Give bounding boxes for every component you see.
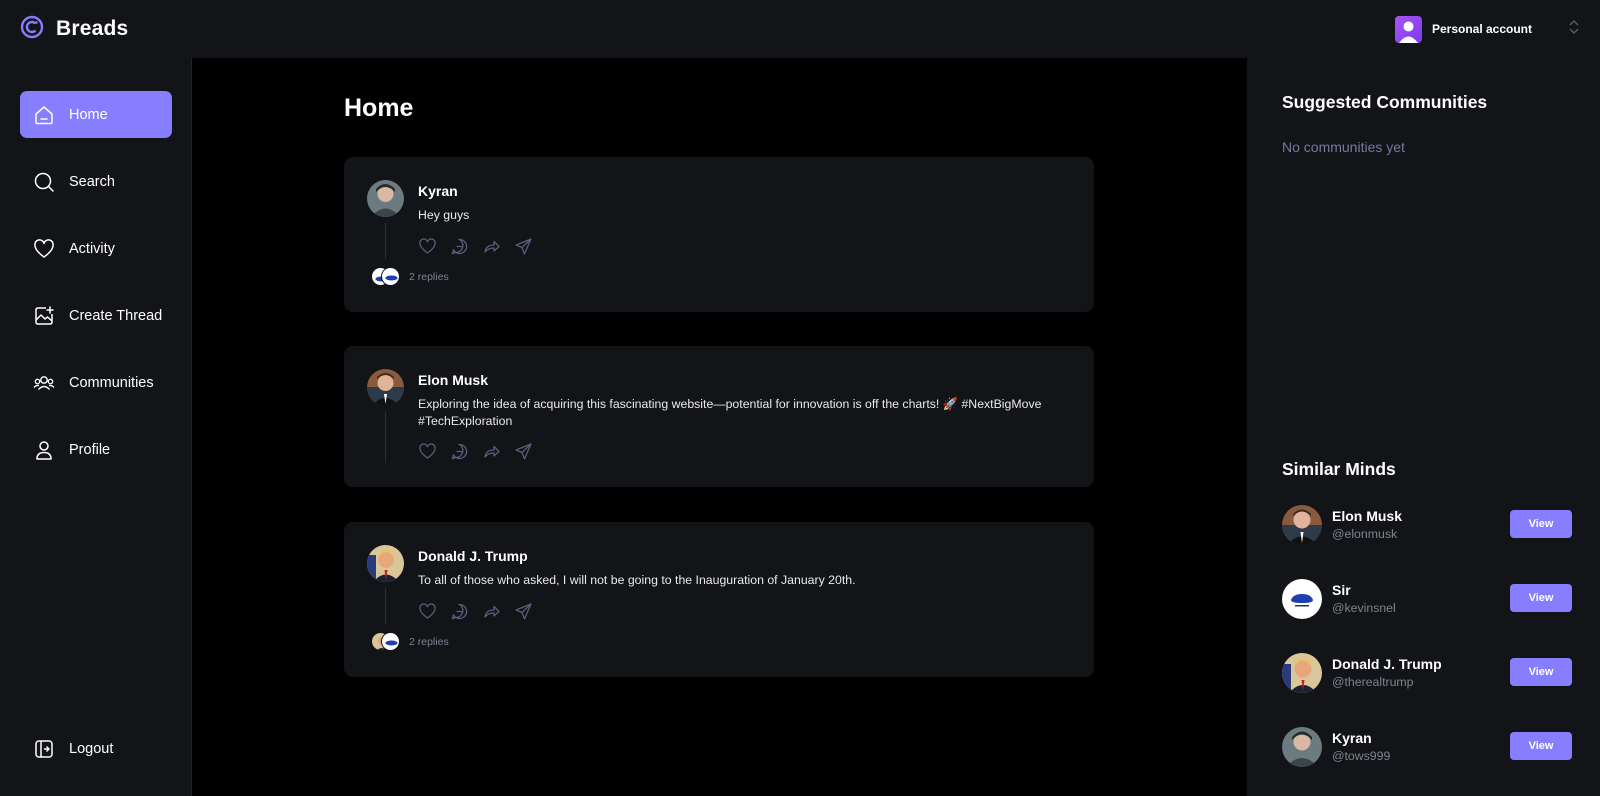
create-image-icon bbox=[33, 305, 55, 327]
communities-empty-text: No communities yet bbox=[1282, 139, 1405, 155]
user-card: Elon Musk @elonmusk View bbox=[1282, 505, 1582, 545]
avatar[interactable] bbox=[1282, 653, 1322, 693]
user-handle: @tows999 bbox=[1332, 749, 1391, 763]
sidebar-item-create-thread[interactable]: Create Thread bbox=[20, 292, 172, 339]
logout-icon bbox=[33, 738, 55, 760]
similar-minds-title: Similar Minds bbox=[1282, 459, 1396, 479]
topbar: Breads Personal account bbox=[0, 0, 1600, 58]
user-name: Sir bbox=[1332, 582, 1351, 598]
view-button[interactable]: View bbox=[1510, 658, 1572, 686]
sidebar: Home Search Activity Create Thread Commu… bbox=[0, 58, 192, 796]
view-button[interactable]: View bbox=[1510, 732, 1572, 760]
avatar[interactable] bbox=[1282, 579, 1322, 619]
thread-author[interactable]: Donald J. Trump bbox=[418, 548, 528, 564]
reply-avatars bbox=[371, 267, 401, 287]
account-label: Personal account bbox=[1431, 22, 1532, 36]
thread-card: Donald J. Trump To all of those who aske… bbox=[344, 522, 1094, 677]
user-handle: @therealtrump bbox=[1332, 675, 1414, 689]
user-card: Kyran @tows999 View bbox=[1282, 727, 1582, 767]
thread-author[interactable]: Kyran bbox=[418, 183, 458, 199]
sidebar-item-label: Communities bbox=[69, 374, 154, 391]
avatar[interactable] bbox=[367, 369, 404, 406]
view-button[interactable]: View bbox=[1510, 584, 1572, 612]
thread-actions bbox=[418, 602, 533, 621]
logo-icon bbox=[20, 15, 44, 44]
user-avatar-icon bbox=[1394, 15, 1422, 43]
reply-avatars bbox=[371, 632, 401, 652]
repost-icon[interactable] bbox=[482, 237, 501, 256]
sidebar-item-search[interactable]: Search bbox=[20, 158, 172, 205]
avatar bbox=[381, 632, 400, 651]
thread-actions bbox=[418, 237, 533, 256]
thread-author[interactable]: Elon Musk bbox=[418, 372, 488, 388]
user-handle: @kevinsnel bbox=[1332, 601, 1396, 615]
replies-summary[interactable]: 2 replies bbox=[371, 632, 449, 652]
user-name: Donald J. Trump bbox=[1332, 656, 1442, 672]
thread-line bbox=[385, 223, 386, 259]
chevron-up-down-icon[interactable] bbox=[1568, 18, 1580, 41]
brand-name: Breads bbox=[56, 17, 129, 40]
share-icon[interactable] bbox=[514, 442, 533, 461]
thread-content: Hey guys bbox=[418, 208, 470, 222]
reply-icon[interactable] bbox=[450, 237, 469, 256]
replies-count: 2 replies bbox=[409, 636, 449, 648]
sidebar-item-home[interactable]: Home bbox=[20, 91, 172, 138]
repost-icon[interactable] bbox=[482, 602, 501, 621]
sidebar-item-label: Home bbox=[69, 106, 108, 123]
search-icon bbox=[33, 171, 55, 193]
share-icon[interactable] bbox=[514, 237, 533, 256]
user-card: Donald J. Trump @therealtrump View bbox=[1282, 653, 1582, 693]
home-icon bbox=[33, 104, 55, 126]
thread-actions bbox=[418, 442, 533, 461]
user-name: Elon Musk bbox=[1332, 508, 1403, 524]
sidebar-item-label: Create Thread bbox=[69, 307, 163, 324]
reply-icon[interactable] bbox=[450, 602, 469, 621]
avatar[interactable] bbox=[367, 180, 404, 217]
heart-icon bbox=[33, 238, 55, 260]
thread-card: Elon Musk Exploring the idea of acquirin… bbox=[344, 346, 1094, 487]
brand[interactable]: Breads bbox=[20, 15, 128, 44]
user-handle: @elonmusk bbox=[1332, 527, 1398, 541]
sidebar-item-label: Profile bbox=[69, 441, 111, 458]
avatar[interactable] bbox=[1282, 727, 1322, 767]
sidebar-item-label: Activity bbox=[69, 240, 115, 257]
avatar bbox=[381, 267, 400, 286]
heart-icon[interactable] bbox=[418, 602, 437, 621]
users-icon bbox=[33, 372, 55, 394]
avatar[interactable] bbox=[1282, 505, 1322, 545]
heart-icon[interactable] bbox=[418, 237, 437, 256]
reply-icon[interactable] bbox=[450, 442, 469, 461]
suggested-communities-title: Suggested Communities bbox=[1282, 92, 1488, 112]
replies-count: 2 replies bbox=[409, 271, 449, 283]
user-card: Sir @kevinsnel View bbox=[1282, 579, 1582, 619]
thread-line bbox=[385, 588, 386, 624]
thread-content: Exploring the idea of acquiring this fas… bbox=[418, 397, 1042, 428]
page-title: Home bbox=[344, 94, 414, 122]
account-switcher[interactable]: Personal account bbox=[1394, 15, 1580, 43]
share-icon[interactable] bbox=[514, 602, 533, 621]
logout-button[interactable]: Logout bbox=[20, 725, 172, 772]
repost-icon[interactable] bbox=[482, 442, 501, 461]
view-button[interactable]: View bbox=[1510, 510, 1572, 538]
sidebar-item-activity[interactable]: Activity bbox=[20, 225, 172, 272]
main-feed: Home Kyran Hey guys 2 replies Elon Musk bbox=[192, 58, 1247, 796]
user-name: Kyran bbox=[1332, 730, 1372, 746]
sidebar-item-communities[interactable]: Communities bbox=[20, 359, 172, 406]
replies-summary[interactable]: 2 replies bbox=[371, 267, 449, 287]
thread-line bbox=[385, 412, 386, 463]
thread-card: Kyran Hey guys 2 replies bbox=[344, 157, 1094, 312]
sidebar-item-profile[interactable]: Profile bbox=[20, 426, 172, 473]
heart-icon[interactable] bbox=[418, 442, 437, 461]
sidebar-item-label: Search bbox=[69, 173, 115, 190]
right-sidebar: Suggested Communities No communities yet… bbox=[1247, 58, 1600, 796]
sidebar-item-label: Logout bbox=[69, 740, 114, 757]
avatar[interactable] bbox=[367, 545, 404, 582]
user-icon bbox=[33, 439, 55, 461]
thread-content: To all of those who asked, I will not be… bbox=[418, 573, 856, 587]
